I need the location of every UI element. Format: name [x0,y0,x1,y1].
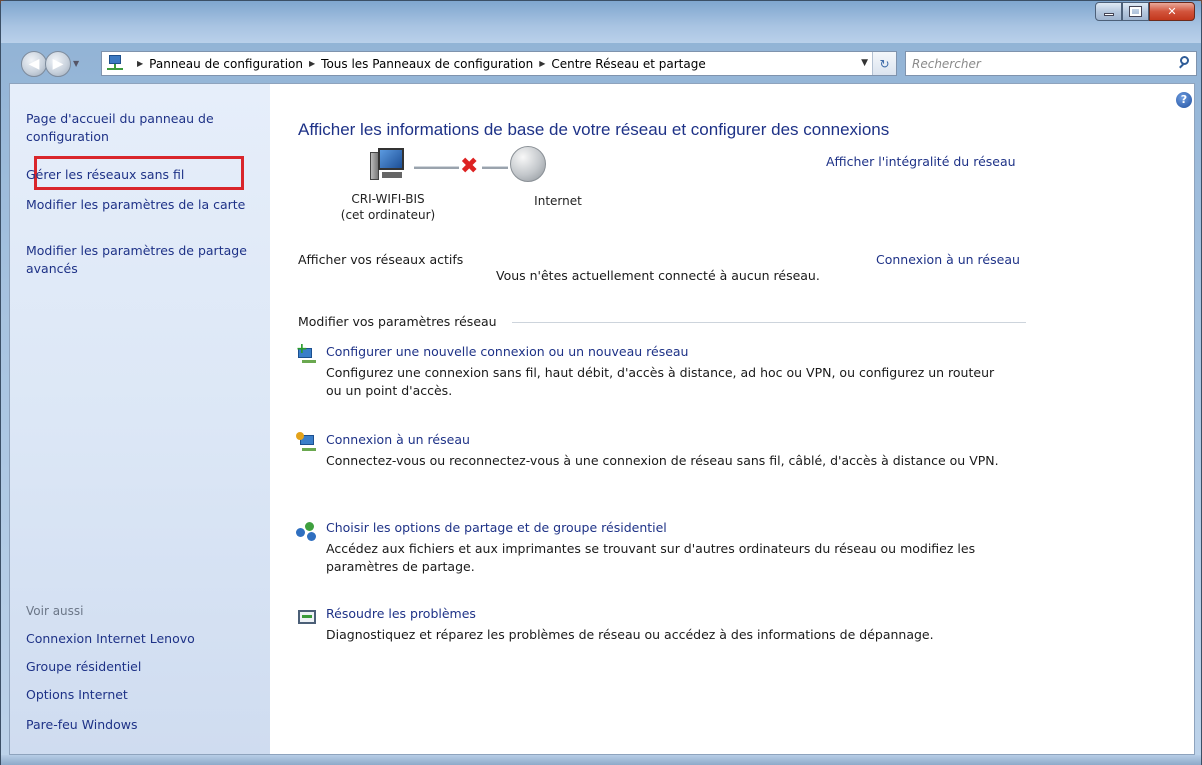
active-networks-label: Afficher vos réseaux actifs [298,252,464,267]
internet-label: Internet [534,194,582,208]
search-placeholder: Rechercher [912,56,981,71]
breadcrumb-separator-icon[interactable]: ▶ [539,59,545,68]
section-divider [512,322,1026,323]
breadcrumb: ▶ Panneau de configuration ▶ Tous les Pa… [131,57,706,71]
see-also-title: Voir aussi [26,604,84,618]
breadcrumb-separator-icon[interactable]: ▶ [137,59,143,68]
connect-network-link[interactable]: Connexion à un réseau [876,252,1020,267]
help-icon[interactable]: ? [1176,92,1192,108]
task-troubleshoot-link[interactable]: Résoudre les problèmes [326,606,1026,622]
breadcrumb-control-panel[interactable]: Panneau de configuration [149,57,303,71]
maximize-icon [1129,6,1142,17]
new-connection-icon: + [296,342,320,368]
recent-pages-dropdown[interactable]: ▼ [73,59,79,68]
see-also-firewall[interactable]: Pare-feu Windows [26,716,256,734]
minimize-icon [1103,13,1114,16]
navigation-bar: ◀ ▶ ▼ ▶ Panneau de configuration ▶ Tous … [1,47,1201,79]
sidebar-link-sharing-settings[interactable]: Modifier les paramètres de partage avanc… [26,242,256,278]
disconnected-x-icon[interactable]: ✖ [460,154,478,179]
task-new-connection: + Configurer une nouvelle connexion ou u… [296,342,1026,400]
content-area: Page d'accueil du panneau de configurati… [9,83,1195,755]
address-history-dropdown[interactable]: ▼ [861,58,868,68]
window-bottom-border [1,755,1201,765]
task-new-connection-link[interactable]: Configurer une nouvelle connexion ou un … [326,344,1026,360]
close-icon: ✕ [1167,5,1177,18]
task-new-connection-desc: Configurez une connexion sans fil, haut … [326,365,995,398]
search-icon[interactable] [1178,56,1192,70]
task-connect: Connexion à un réseau Connectez-vous ou … [296,432,1026,470]
address-bar[interactable]: ▶ Panneau de configuration ▶ Tous les Pa… [101,51,897,76]
connection-line [482,166,508,169]
sidebar: Page d'accueil du panneau de configurati… [10,84,270,754]
breadcrumb-separator-icon[interactable]: ▶ [309,59,315,68]
breadcrumb-network-center[interactable]: Centre Réseau et partage [551,57,705,71]
see-also-lenovo[interactable]: Connexion Internet Lenovo [26,630,256,648]
arrow-right-icon: ▶ [52,56,64,72]
sidebar-home-link[interactable]: Page d'accueil du panneau de configurati… [26,110,256,146]
close-button[interactable]: ✕ [1149,2,1195,21]
refresh-button[interactable]: ↻ [872,52,896,75]
see-also-homegroup[interactable]: Groupe résidentiel [26,658,256,676]
network-center-icon [105,53,127,75]
task-troubleshoot: Résoudre les problèmes Diagnostiquez et … [298,606,1026,644]
caption-buttons: ✕ [1095,2,1195,21]
troubleshoot-icon [296,606,320,630]
forward-button[interactable]: ▶ [45,51,71,77]
sidebar-link-adapter-settings[interactable]: Modifier les paramètres de la carte [26,196,256,214]
control-panel-window: ✕ ◀ ▶ ▼ ▶ Panneau de configuration ▶ Tou… [0,0,1202,765]
search-input[interactable]: Rechercher [905,51,1197,76]
internet-globe-icon[interactable] [510,146,546,182]
task-sharing-desc: Accédez aux fichiers et aux imprimantes … [326,541,976,574]
task-sharing: Choisir les options de partage et de gro… [296,520,1026,576]
title-bar[interactable]: ✕ [1,1,1201,43]
full-map-link[interactable]: Afficher l'intégralité du réseau [826,154,1016,169]
task-connect-desc: Connectez-vous ou reconnectez-vous à une… [326,453,999,468]
connect-network-icon [296,432,320,456]
page-title: Afficher les informations de base de vot… [298,120,890,139]
main-panel: ? Afficher les informations de base de v… [270,84,1194,754]
breadcrumb-all-control-panels[interactable]: Tous les Panneaux de configuration [321,57,533,71]
sharing-options-icon [296,520,320,544]
task-connect-link[interactable]: Connexion à un réseau [326,432,1026,448]
minimize-button[interactable] [1095,2,1122,21]
see-also-internet-options[interactable]: Options Internet [26,686,256,704]
computer-sub-label: (cet ordinateur) [340,208,436,222]
sidebar-link-manage-wireless[interactable]: Gérer les réseaux sans fil [26,166,256,184]
task-sharing-link[interactable]: Choisir les options de partage et de gro… [326,520,1026,536]
computer-icon[interactable] [370,148,406,182]
computer-name: CRI-WIFI-BIS [351,192,425,206]
not-connected-text: Vous n'êtes actuellement connecté à aucu… [496,268,820,283]
back-button[interactable]: ◀ [21,51,47,77]
change-settings-label: Modifier vos paramètres réseau [298,314,497,329]
arrow-left-icon: ◀ [28,56,40,72]
refresh-icon: ↻ [879,56,890,71]
maximize-button[interactable] [1122,2,1149,21]
task-troubleshoot-desc: Diagnostiquez et réparez les problèmes d… [326,627,934,642]
connection-line [414,166,459,169]
